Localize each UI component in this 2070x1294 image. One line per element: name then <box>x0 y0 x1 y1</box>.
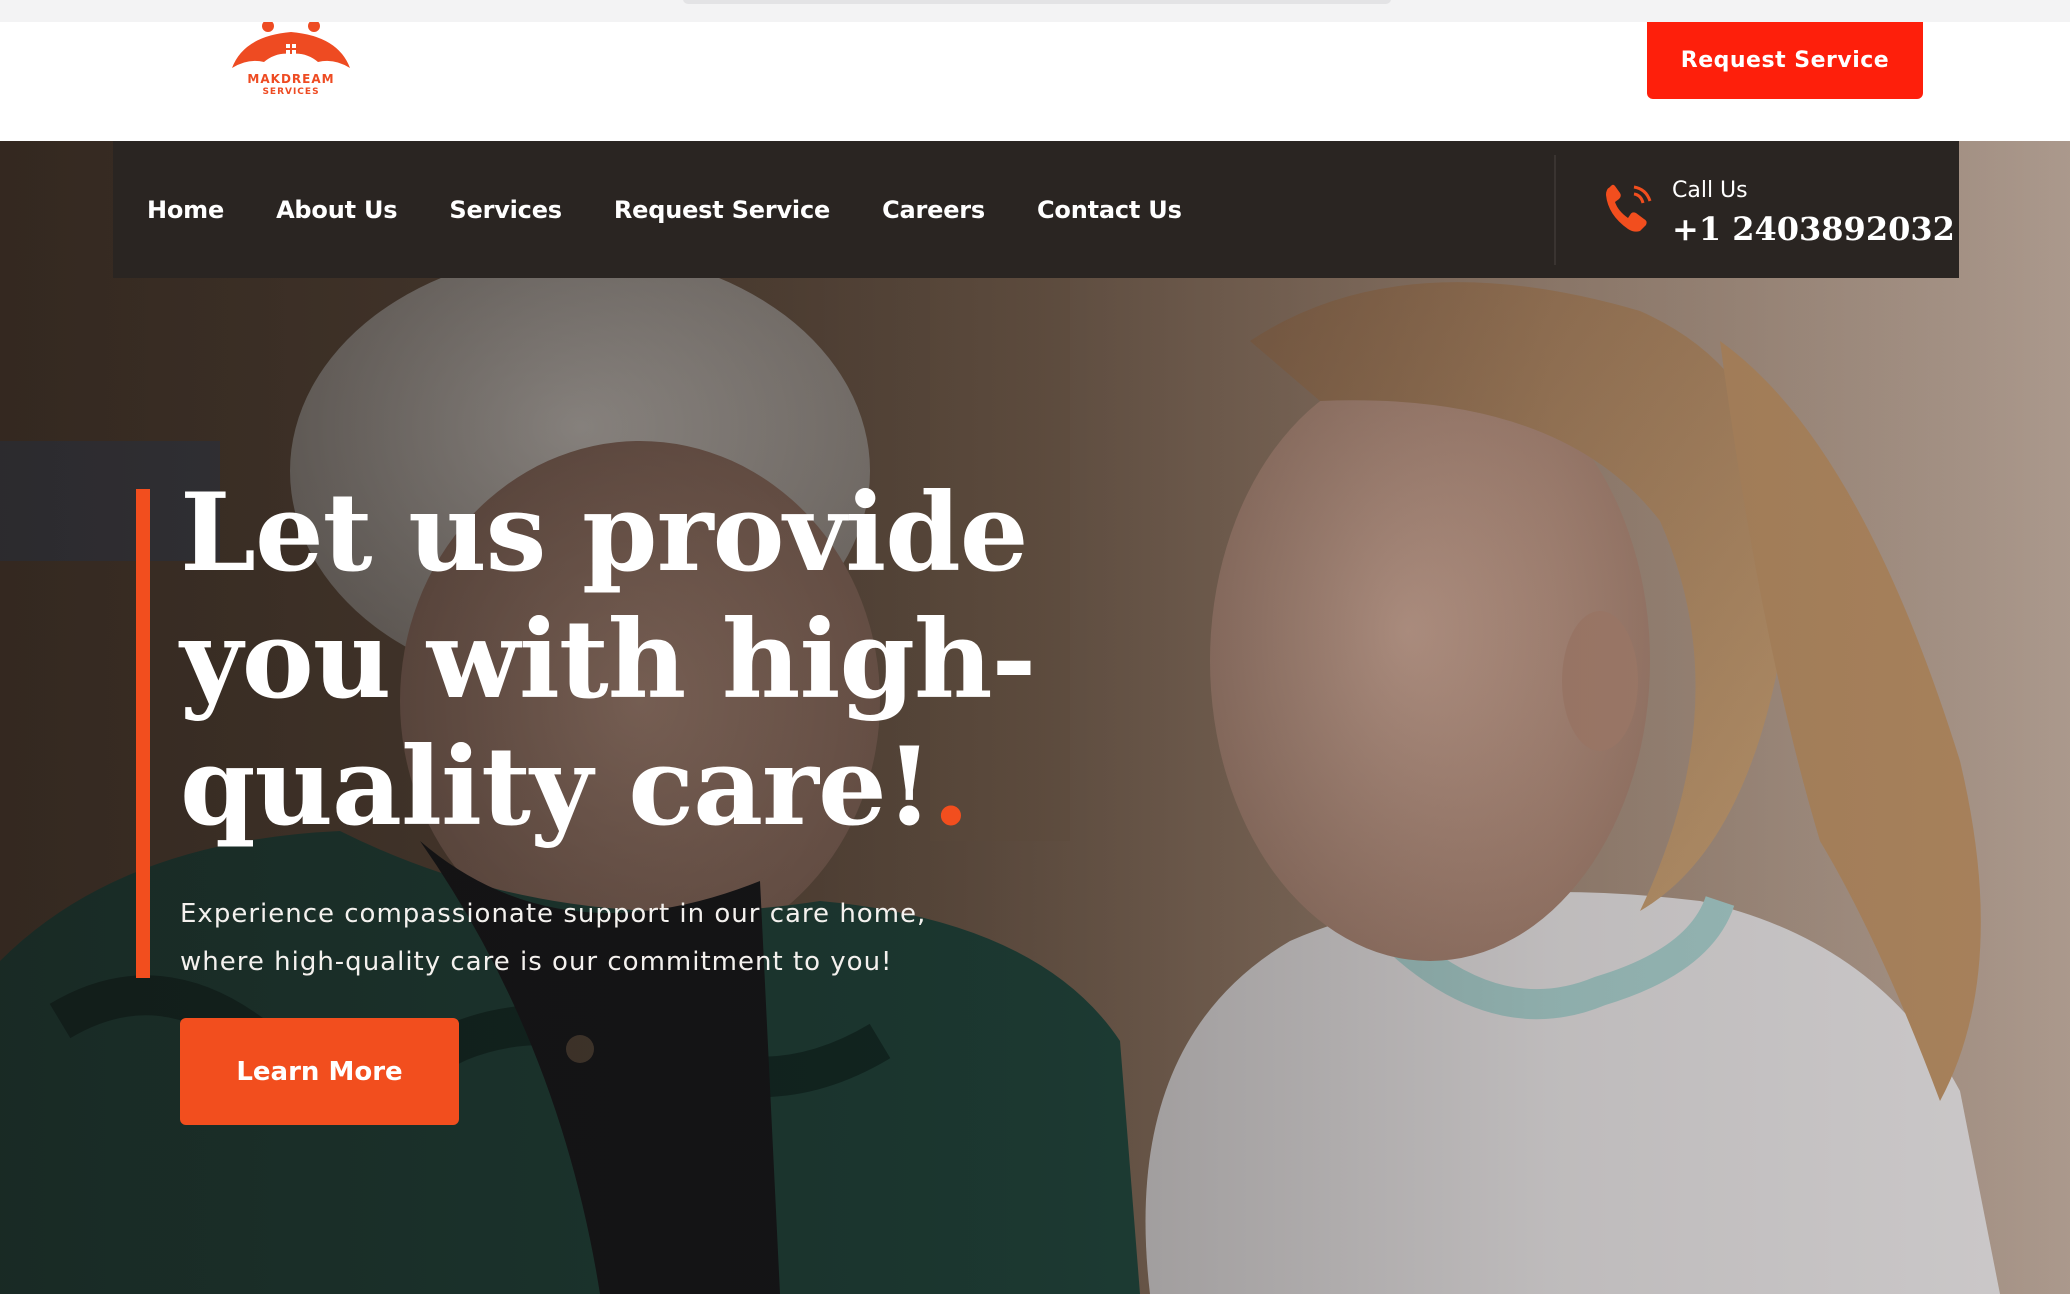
nav-item-request-service[interactable]: Request Service <box>614 196 830 224</box>
nav-divider <box>1554 155 1556 265</box>
site-header: MAKDREAM SERVICES Request Service <box>0 22 2070 141</box>
hero-section: Home About Us Services Request Service C… <box>0 141 2070 1294</box>
call-us-label: Call Us <box>1672 178 1748 203</box>
address-bar[interactable] <box>683 0 1391 4</box>
hero-subtitle: Experience compassionate support in our … <box>180 890 960 986</box>
phone-icon[interactable] <box>1600 177 1660 237</box>
nav-item-home[interactable]: Home <box>147 196 224 224</box>
nav-menu: Home About Us Services Request Service C… <box>147 141 1234 278</box>
site-logo[interactable]: MAKDREAM SERVICES <box>226 22 356 104</box>
hero-subtitle-line1: Experience compassionate support in our … <box>180 899 927 929</box>
hero-subtitle-line2: where high-quality care is our commitmen… <box>180 947 893 977</box>
hero-title-text: Let us provide you with high-quality car… <box>180 470 1036 850</box>
nav-item-careers[interactable]: Careers <box>882 196 985 224</box>
request-service-button[interactable]: Request Service <box>1647 22 1923 99</box>
learn-more-button[interactable]: Learn More <box>180 1018 459 1125</box>
logo-tagline: SERVICES <box>262 87 320 97</box>
hero-title: Let us provide you with high-quality car… <box>180 470 1080 851</box>
nav-item-services[interactable]: Services <box>449 196 562 224</box>
logo-name: MAKDREAM <box>247 72 335 86</box>
logo-umbrella-icon <box>232 22 350 68</box>
hero-title-dot: . <box>932 724 970 850</box>
nav-item-about-us[interactable]: About Us <box>276 196 398 224</box>
browser-chrome-strip <box>0 0 2070 22</box>
main-navbar: Home About Us Services Request Service C… <box>113 141 1959 278</box>
call-us-number[interactable]: +1 2403892032 <box>1672 210 1955 248</box>
hero-accent-bar <box>136 489 150 978</box>
nav-item-contact-us[interactable]: Contact Us <box>1037 196 1182 224</box>
